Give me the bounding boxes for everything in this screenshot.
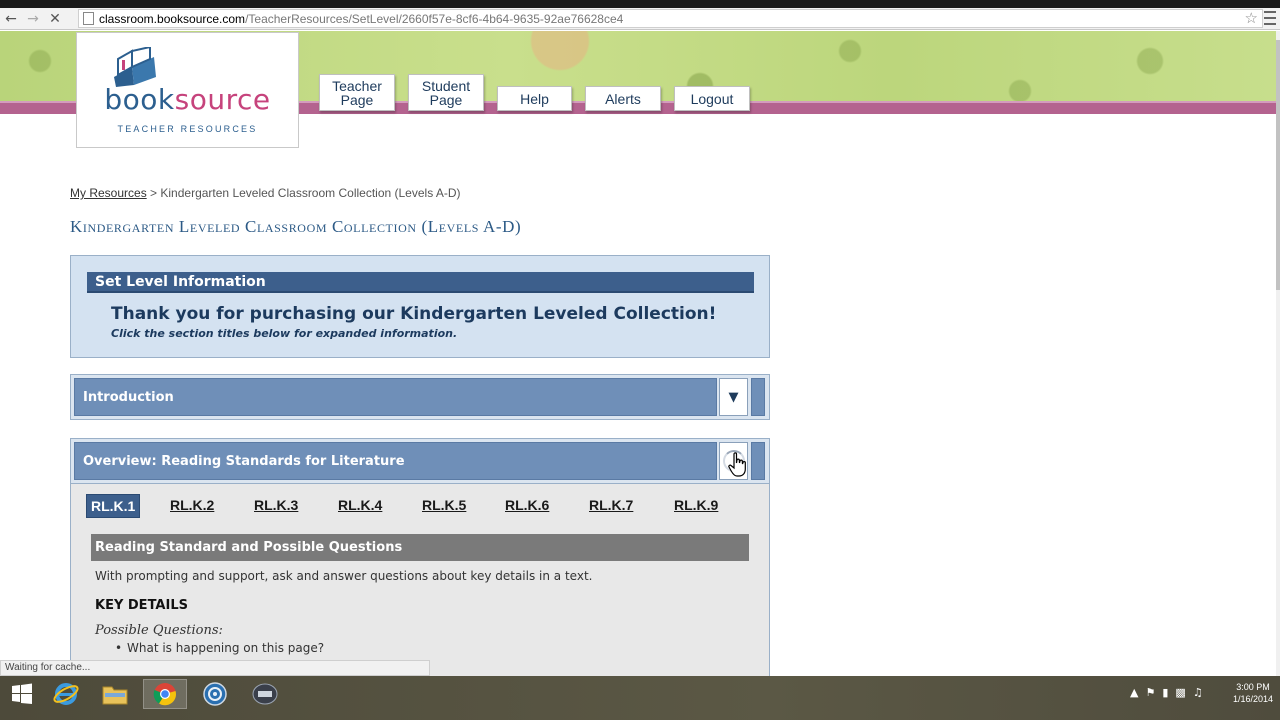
hand-cursor-icon (728, 452, 746, 477)
power-icon[interactable]: ▮ (1162, 686, 1168, 699)
browser-toolbar: ← → ✕ classroom.booksource.com/TeacherRe… (0, 8, 1280, 30)
taskbar-file-explorer[interactable] (93, 679, 137, 709)
start-button[interactable] (0, 679, 44, 709)
taskbar-app-circle[interactable] (193, 679, 237, 709)
nav-student-page[interactable]: Student Page (408, 74, 484, 111)
triangle-down-icon: ▼ (728, 389, 739, 405)
standard-tab-rl-k-4[interactable]: RL.K.4 (334, 494, 386, 516)
breadcrumb-separator: > (150, 186, 158, 200)
taskbar-internet-explorer[interactable] (44, 679, 88, 709)
logo-tagline: TEACHER RESOURCES (117, 124, 258, 134)
list-item: What is happening on this page? (115, 641, 324, 655)
section-overview-title[interactable]: Overview: Reading Standards for Literatu… (74, 442, 717, 480)
nav-logout[interactable]: Logout (674, 86, 750, 111)
reading-standard-text: With prompting and support, ask and answ… (95, 569, 593, 583)
standard-tab-rl-k-5[interactable]: RL.K.5 (418, 494, 470, 516)
breadcrumb: My Resources > Kindergarten Leveled Clas… (70, 186, 461, 200)
url-host: classroom.booksource.com (99, 11, 246, 26)
windows-taskbar (0, 676, 1280, 720)
tray-expand-icon[interactable]: ▲ (1130, 686, 1138, 699)
windows-logo-icon (12, 683, 32, 704)
network-icon[interactable]: ▩ (1175, 686, 1185, 699)
taskbar-chrome[interactable] (143, 679, 187, 709)
set-level-info-box: Set Level Information Thank you for purc… (70, 255, 770, 358)
volume-icon[interactable]: ♫ (1193, 686, 1203, 699)
flag-icon[interactable]: ⚑ (1145, 686, 1155, 699)
forward-icon[interactable]: → (22, 9, 44, 29)
breadcrumb-current: Kindergarten Leveled Classroom Collectio… (160, 186, 461, 200)
blue-globe-icon (203, 682, 227, 706)
clock-date: 1/16/2014 (1232, 694, 1274, 704)
address-bar[interactable]: classroom.booksource.com/TeacherResource… (78, 9, 1263, 28)
standard-tab-rl-k-7[interactable]: RL.K.7 (585, 494, 637, 516)
nav-help[interactable]: Help (497, 86, 572, 111)
stop-icon[interactable]: ✕ (44, 9, 66, 29)
chrome-icon (153, 683, 177, 706)
breadcrumb-my-resources[interactable]: My Resources (70, 186, 147, 200)
nav-alerts[interactable]: Alerts (585, 86, 661, 111)
scrollbar-thumb[interactable] (1276, 40, 1280, 290)
screencast-app-icon (252, 683, 278, 705)
thank-you-message: Thank you for purchasing our Kindergarte… (111, 304, 717, 324)
booksource-logo[interactable]: booksource TEACHER RESOURCES (76, 32, 299, 148)
standard-tab-rl-k-3[interactable]: RL.K.3 (250, 494, 302, 516)
expand-toggle-introduction[interactable]: ▼ (719, 378, 748, 416)
taskbar-screencast-app[interactable] (243, 679, 287, 709)
set-level-heading: Set Level Information (87, 272, 754, 293)
bookmark-star-icon[interactable]: ☆ (1245, 9, 1258, 27)
standard-tab-rl-k-6[interactable]: RL.K.6 (501, 494, 553, 516)
key-details-heading: KEY DETAILS (95, 598, 188, 613)
logo-wordmark: booksource (104, 83, 271, 116)
internet-explorer-icon (53, 683, 79, 705)
section-overview: Overview: Reading Standards for Literatu… (70, 438, 770, 484)
standard-tab-rl-k-1[interactable]: RL.K.1 (86, 494, 141, 518)
back-icon[interactable]: ← (0, 9, 22, 29)
window-top-edge (0, 0, 1280, 8)
url-path: /TeacherResources/SetLevel/2660f57e-8cf6… (245, 11, 624, 26)
reading-standard-heading: Reading Standard and Possible Questions (91, 534, 749, 561)
nav-teacher-page[interactable]: Teacher Page (319, 74, 395, 111)
possible-questions-label: Possible Questions: (95, 623, 223, 638)
system-tray: ▲ ⚑ ▮ ▩ ♫ (1130, 686, 1203, 699)
section-introduction: Introduction ▼ (70, 374, 770, 420)
section-overview-edge (751, 442, 765, 480)
book-logo-icon (114, 47, 156, 87)
browser-menu-icon[interactable] (1264, 11, 1276, 25)
section-introduction-edge (751, 378, 765, 416)
page-icon (83, 12, 94, 25)
standard-tab-rl-k-2[interactable]: RL.K.2 (166, 494, 218, 516)
section-introduction-title[interactable]: Introduction (74, 378, 717, 416)
standard-tab-rl-k-9[interactable]: RL.K.9 (670, 494, 722, 516)
browser-status-bar: Waiting for cache... (0, 660, 430, 676)
taskbar-clock[interactable]: 3:00 PM 1/16/2014 (1226, 681, 1280, 705)
page-title: Kindergarten Leveled Classroom Collectio… (70, 217, 522, 236)
instructions-text: Click the section titles below for expan… (111, 327, 458, 340)
clock-time: 3:00 PM (1236, 682, 1270, 692)
folder-icon (102, 686, 128, 705)
